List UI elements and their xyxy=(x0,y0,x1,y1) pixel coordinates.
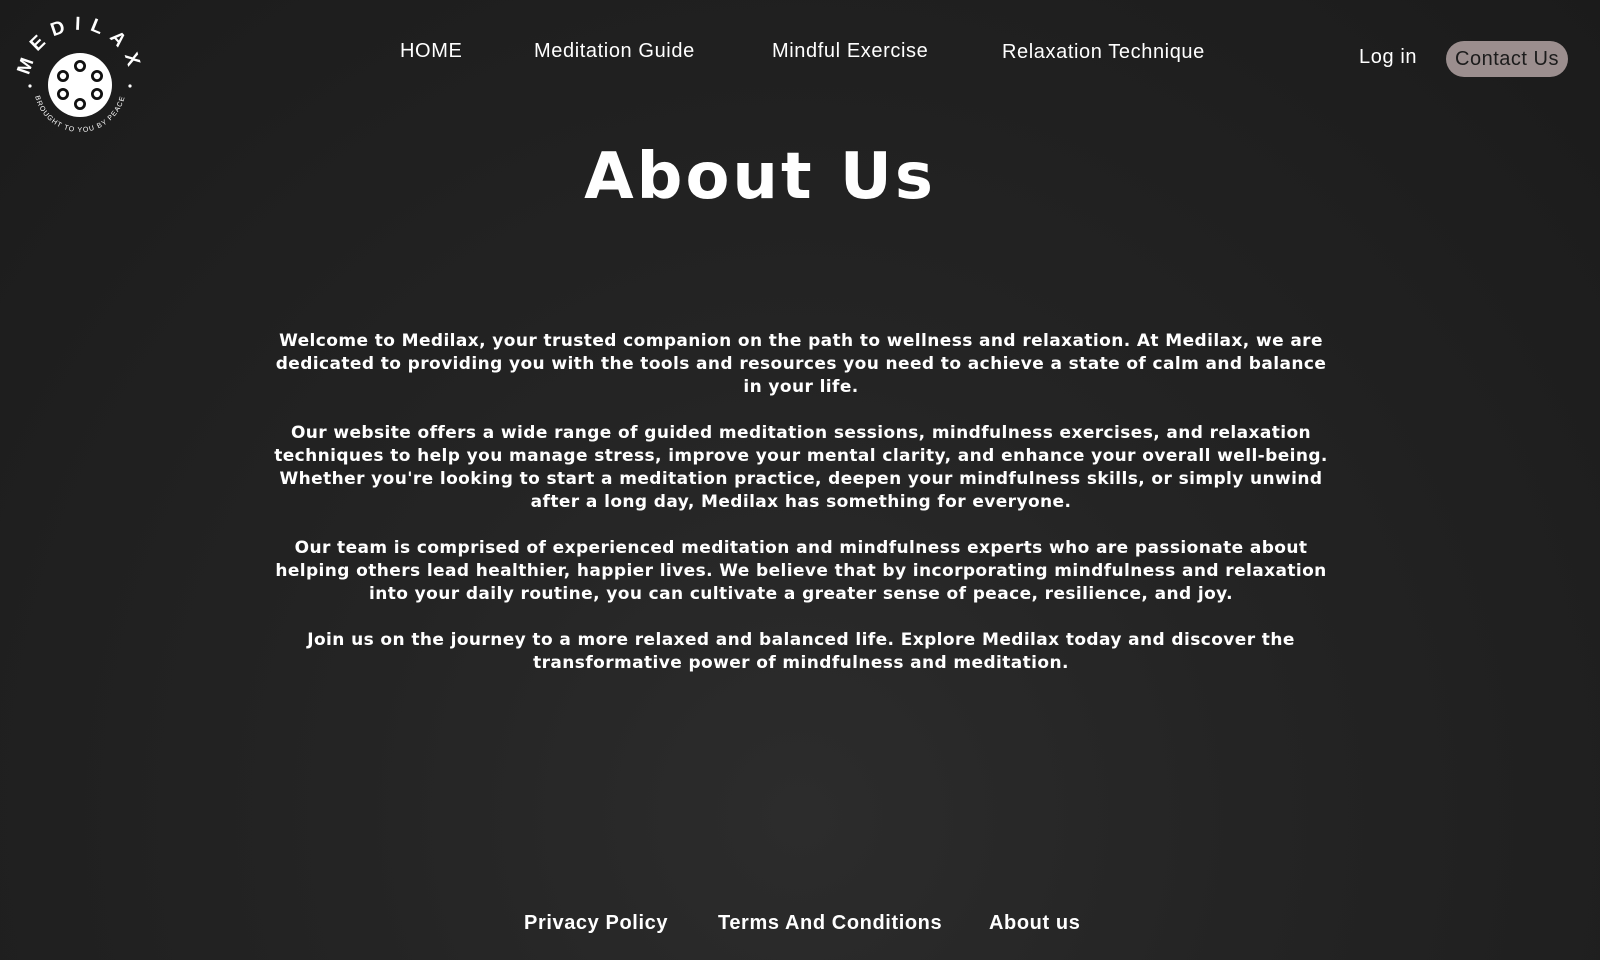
nav-item-home[interactable]: HOME xyxy=(400,40,462,63)
page-title: About Us xyxy=(584,140,936,214)
footer: Privacy Policy Terms And Conditions Abou… xyxy=(0,912,1600,942)
about-content: Welcome to Medilax, your trusted compani… xyxy=(270,330,1332,698)
about-paragraph: Our website offers a wide range of guide… xyxy=(274,423,1328,512)
about-paragraph: Our team is comprised of experienced med… xyxy=(275,538,1327,604)
about-paragraph: Join us on the journey to a more relaxed… xyxy=(307,630,1295,673)
medilax-logo-graphic: MEDILAX BROUGHT TO YOU BY PEACE xyxy=(14,14,138,134)
footer-link-terms-and-conditions[interactable]: Terms And Conditions xyxy=(718,912,942,935)
contact-us-button[interactable]: Contact Us xyxy=(1446,41,1568,77)
about-paragraph: Welcome to Medilax, your trusted compani… xyxy=(275,331,1327,397)
footer-link-about-us[interactable]: About us xyxy=(989,912,1080,935)
nav-item-relaxation-technique[interactable]: Relaxation Technique xyxy=(1002,41,1205,64)
nav-item-meditation-guide[interactable]: Meditation Guide xyxy=(534,40,695,63)
medilax-logo[interactable]: MEDILAX BROUGHT TO YOU BY PEACE xyxy=(10,10,150,150)
nav-item-mindful-exercise[interactable]: Mindful Exercise xyxy=(772,40,928,63)
login-link[interactable]: Log in xyxy=(1359,46,1417,69)
footer-link-privacy-policy[interactable]: Privacy Policy xyxy=(524,912,668,935)
